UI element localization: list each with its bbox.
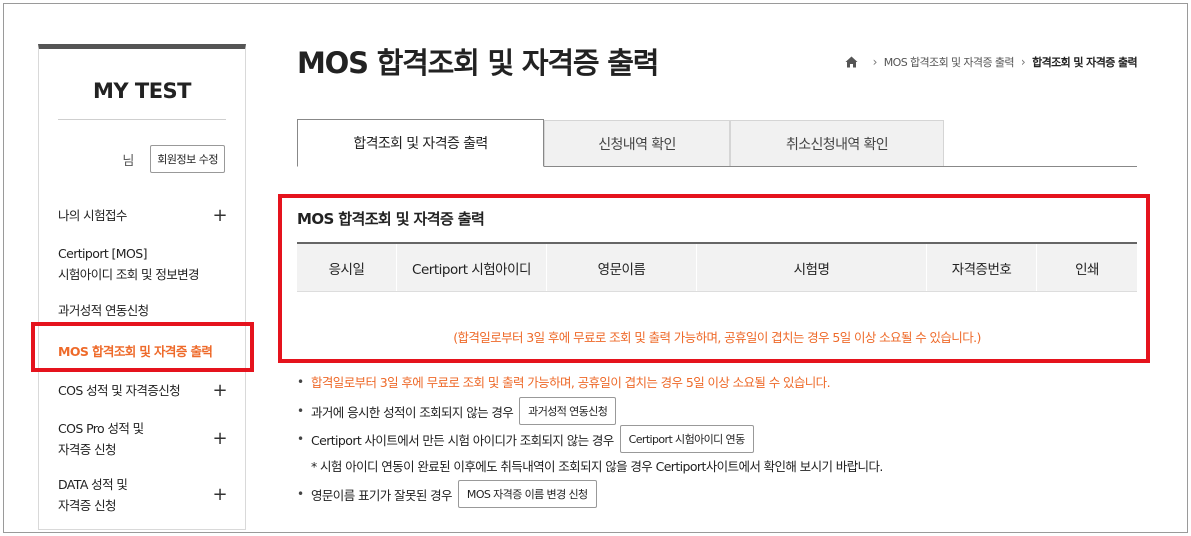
result-table: 응시일 Certiport 시험아이디 영문이름 시험명 자격증번호 인쇄 — [297, 242, 1137, 292]
column-header: Certiport 시험아이디 — [397, 244, 547, 291]
breadcrumb-current: 합격조회 및 자격증 출력 — [1032, 56, 1137, 69]
tab-pass-certificate[interactable]: 합격조회 및 자격증 출력 — [297, 119, 544, 167]
column-header: 자격증번호 — [927, 244, 1037, 291]
bullet-icon: • — [297, 487, 304, 501]
sidebar: MY TEST 님 회원정보 수정 나의 시험접수 + Certiport [M… — [38, 44, 246, 530]
user-info: 님 회원정보 수정 — [39, 145, 245, 173]
chevron-right-icon: › — [1020, 55, 1026, 69]
section-title: MOS 합격조회 및 자격증 출력 — [297, 210, 485, 228]
plus-icon[interactable]: + — [213, 430, 228, 448]
sidebar-item-label-line2: 시험아이디 조회 및 정보변경 — [58, 267, 200, 282]
note-text: Certiport 사이트에서 만든 시험 아이디가 조회되지 않는 경우 — [311, 432, 614, 448]
list-item: • 영문이름 표기가 잘못된 경우 MOS 자격증 이름 변경 신청 — [297, 480, 597, 508]
column-header: 시험명 — [697, 244, 927, 291]
tab-cancel-history[interactable]: 취소신청내역 확인 — [730, 120, 944, 166]
active-menu-highlight — [31, 322, 254, 372]
list-item: • 합격일로부터 3일 후에 무료로 조회 및 출력 가능하며, 공휴일이 겹치… — [297, 372, 831, 391]
tab-application-history[interactable]: 신청내역 확인 — [544, 120, 730, 166]
sidebar-item-label-line2: 자격증 신청 — [58, 498, 116, 513]
bullet-icon: • — [297, 404, 304, 418]
sidebar-item-label-line1: COS Pro 성적 및 — [58, 421, 144, 436]
note-text: 과거에 응시한 성적이 조회되지 않는 경우 — [311, 404, 514, 420]
plus-icon[interactable]: + — [213, 206, 228, 225]
plus-icon[interactable]: + — [213, 381, 228, 400]
edit-profile-button[interactable]: 회원정보 수정 — [150, 145, 225, 173]
chevron-right-icon: › — [872, 55, 878, 69]
user-suffix: 님 — [122, 153, 135, 169]
sidebar-item-certiport-id[interactable]: Certiport [MOS] 시험아이디 조회 및 정보변경 — [58, 243, 227, 285]
page-title: MOS 합격조회 및 자격증 출력 — [297, 46, 659, 80]
sidebar-title: MY TEST — [92, 79, 192, 103]
sidebar-item-data-score[interactable]: DATA 성적 및 자격증 신청 + — [58, 474, 228, 516]
note-text: 영문이름 표기가 잘못된 경우 — [311, 487, 453, 503]
breadcrumb-item[interactable]: MOS 합격조회 및 자격증 출력 — [884, 54, 1015, 70]
sidebar-item-exam-registration[interactable]: 나의 시험접수 + — [58, 205, 228, 226]
past-score-link-button[interactable]: 과거성적 연동신청 — [519, 397, 617, 425]
plus-icon[interactable]: + — [213, 486, 228, 504]
bullet-icon: • — [297, 374, 304, 389]
sidebar-item-label-line1: DATA 성적 및 — [58, 477, 128, 492]
list-item: * 시험 아이디 연동이 완료된 이후에도 취득내역이 조회되지 않을 경우 C… — [311, 456, 883, 475]
name-change-request-button[interactable]: MOS 자격증 이름 변경 신청 — [457, 480, 597, 508]
list-item: • 과거에 응시한 성적이 조회되지 않는 경우 과거성적 연동신청 — [297, 397, 617, 425]
note-text: 합격일로부터 3일 후에 무료로 조회 및 출력 가능하며, 공휴일이 겹치는 … — [311, 375, 831, 390]
sidebar-item-label: 나의 시험접수 — [58, 208, 127, 223]
sidebar-item-label: 과거성적 연동신청 — [58, 303, 149, 318]
sidebar-item-label: COS 성적 및 자격증신청 — [58, 383, 181, 398]
breadcrumb: › MOS 합격조회 및 자격증 출력 › 합격조회 및 자격증 출력 — [845, 54, 1138, 70]
sidebar-item-label-line1: Certiport [MOS] — [58, 246, 147, 261]
empty-result-notice: (합격일로부터 3일 후에 무료로 조회 및 출력 가능하며, 공휴일이 겹치는… — [453, 330, 981, 345]
certiport-id-link-button[interactable]: Certiport 시험아이디 연동 — [619, 425, 754, 453]
sidebar-item-label-line2: 자격증 신청 — [58, 442, 116, 457]
home-icon[interactable] — [845, 56, 858, 68]
tab-bar: 합격조회 및 자격증 출력 신청내역 확인 취소신청내역 확인 — [297, 119, 1137, 167]
note-text: * 시험 아이디 연동이 완료된 이후에도 취득내역이 조회되지 않을 경우 C… — [311, 459, 883, 474]
sidebar-item-cos-pro-score[interactable]: COS Pro 성적 및 자격증 신청 + — [58, 418, 228, 460]
sidebar-divider — [58, 119, 226, 120]
column-header: 응시일 — [297, 244, 397, 291]
bullet-icon: • — [297, 432, 304, 446]
sidebar-item-past-score-link[interactable]: 과거성적 연동신청 — [58, 300, 227, 321]
list-item: • Certiport 사이트에서 만든 시험 아이디가 조회되지 않는 경우 … — [297, 425, 754, 453]
table-header: 응시일 Certiport 시험아이디 영문이름 시험명 자격증번호 인쇄 — [297, 244, 1137, 292]
column-header: 영문이름 — [547, 244, 697, 291]
column-header: 인쇄 — [1075, 261, 1099, 278]
sidebar-item-cos-score[interactable]: COS 성적 및 자격증신청 + — [58, 380, 228, 401]
